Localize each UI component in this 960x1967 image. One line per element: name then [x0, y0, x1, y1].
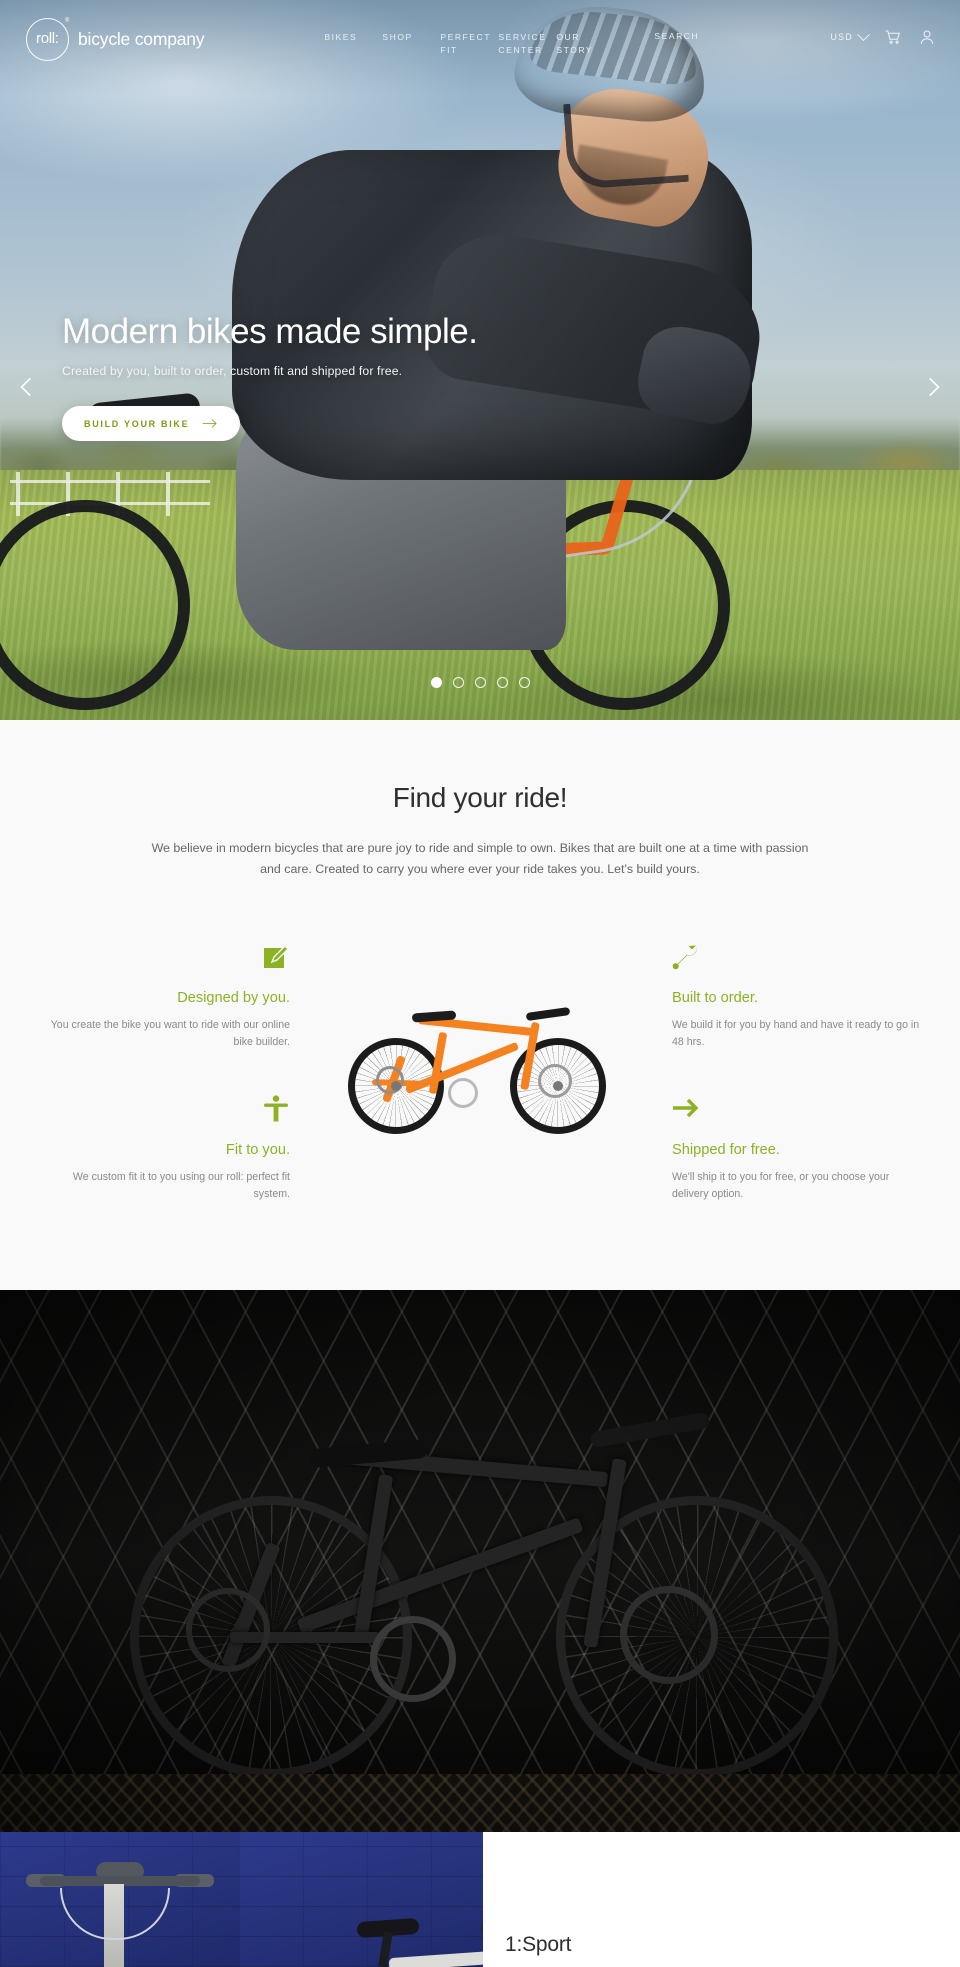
feature-icon-wrap [672, 942, 922, 974]
chevron-down-icon [857, 27, 870, 41]
registered-trademark-icon: ® [64, 18, 69, 24]
currency-value: USD [830, 32, 853, 42]
feature-text: We build it for you by hand and have it … [672, 1019, 920, 1048]
arrow-right-icon [673, 1098, 699, 1118]
feature-designed-by-you: Designed by you. You create the bike you… [40, 942, 290, 1051]
orange-bike-illustration [330, 960, 630, 1140]
chevron-right-icon [929, 377, 940, 397]
hero-headline: Modern bikes made simple. [62, 312, 478, 351]
carousel-dot-4[interactable] [496, 677, 508, 688]
vignette-overlay [0, 1290, 960, 1832]
hero-subheadline: Created by you, built to order, custom f… [62, 364, 403, 378]
feature-title: Designed by you. [177, 990, 290, 1006]
section-title: Find your ride! [392, 782, 568, 813]
nav-item-our-story[interactable]: OUR STORY [540, 31, 598, 57]
person-icon [264, 1095, 288, 1122]
carousel-dots [0, 677, 960, 688]
find-your-ride-section: Find your ride! We believe in modern bic… [0, 720, 960, 1290]
carousel-dot-3[interactable] [474, 677, 486, 688]
currency-selector[interactable]: USD [830, 27, 870, 42]
brand-logo[interactable]: roll: ® bicycle company [26, 18, 205, 61]
bike-crankset [448, 1078, 478, 1108]
section-lead-text: We believe in modern bicycles that are p… [151, 841, 809, 876]
nav-item-shop[interactable]: SHOP [366, 31, 424, 57]
bike-front-hub [553, 1081, 563, 1091]
search-link[interactable]: SEARCH [654, 31, 699, 41]
product-thumbnail-1[interactable] [0, 1832, 239, 1967]
wrench-icon [672, 945, 697, 970]
bike-handlebar [525, 1006, 571, 1022]
user-icon[interactable] [918, 28, 936, 46]
hero-carousel: roll: ® bicycle company BIKES SHOP PERFE… [0, 0, 960, 720]
build-your-bike-label: BUILD YOUR BIKE [84, 418, 190, 429]
feature-text: We custom fit it to you using our roll: … [72, 1171, 290, 1200]
roll-logo-mark: roll: ® [26, 18, 69, 61]
product-gallery-strip: 1:Sport [0, 1832, 960, 1967]
header-utility-group: USD [830, 27, 936, 46]
carousel-next-button[interactable] [920, 374, 946, 400]
feature-title: Built to order. [672, 990, 758, 1006]
chevron-left-icon [20, 377, 31, 397]
carousel-dot-5[interactable] [518, 677, 530, 688]
bike-rear-hub [391, 1081, 401, 1091]
carousel-dot-1[interactable] [430, 677, 442, 688]
feature-built-to-order: Built to order. We build it for you by h… [672, 942, 922, 1051]
feature-shipped-for-free: Shipped for free. We'll ship it to you f… [672, 1094, 922, 1203]
feature-fit-to-you: Fit to you. We custom fit it to you usin… [40, 1094, 290, 1203]
main-nav: BIKES SHOP PERFECT FIT SERVICE CENTER OU… [308, 31, 598, 57]
dark-bike-hero [0, 1290, 960, 1832]
arrow-right-icon [203, 419, 217, 428]
page-root: roll: ® bicycle company BIKES SHOP PERFE… [0, 0, 960, 1967]
feature-title: Shipped for free. [672, 1142, 780, 1158]
bike-rear-cassette [376, 1066, 404, 1094]
feature-icon-wrap [40, 942, 290, 974]
pencil-square-icon [264, 945, 289, 968]
nav-item-bikes[interactable]: BIKES [308, 31, 366, 57]
feature-text: You create the bike you want to ride wit… [50, 1019, 290, 1048]
carousel-dot-2[interactable] [452, 677, 464, 688]
nav-item-service-center[interactable]: SERVICE CENTER [482, 31, 545, 57]
carousel-prev-button[interactable] [14, 374, 40, 400]
product-detail-panel: 1:Sport [483, 1832, 960, 1967]
cart-icon[interactable] [884, 28, 902, 46]
feature-text: We'll ship it to you for free, or you ch… [672, 1171, 890, 1200]
brand-mark-label: roll: [36, 30, 59, 47]
nav-item-perfect-fit[interactable]: PERFECT FIT [424, 31, 489, 57]
feature-icon-wrap [40, 1094, 290, 1126]
product-thumbnail-2[interactable] [239, 1832, 483, 1967]
feature-title: Fit to you. [225, 1142, 290, 1158]
product-name: 1:Sport [505, 1933, 572, 1956]
build-your-bike-button[interactable]: BUILD YOUR BIKE [62, 406, 241, 441]
feature-icon-wrap [672, 1094, 922, 1126]
hero-copy: Modern bikes made simple. Created by you… [62, 312, 478, 441]
blue-wall-background [239, 1832, 483, 1967]
features-grid: Designed by you. You create the bike you… [0, 930, 960, 1250]
site-header: roll: ® bicycle company BIKES SHOP PERFE… [0, 0, 960, 84]
brand-name: bicycle company [78, 29, 205, 49]
